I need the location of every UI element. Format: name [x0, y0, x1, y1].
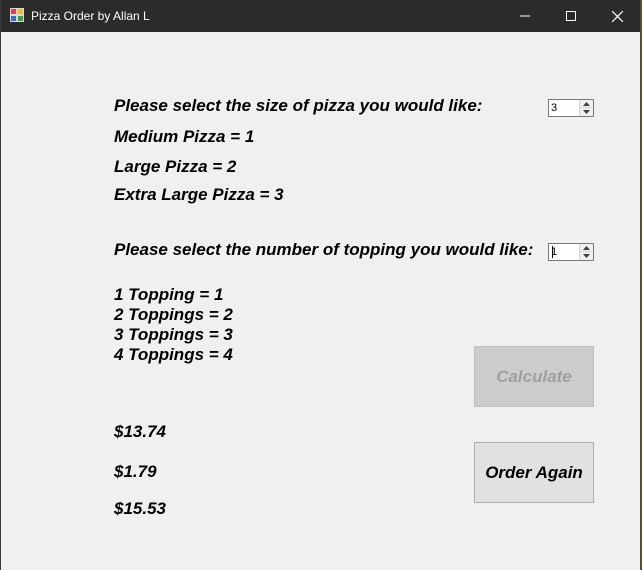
size-option-large: Large Pizza = 2: [114, 157, 237, 176]
size-spinner-arrows[interactable]: [579, 100, 593, 116]
maximize-icon: [566, 11, 576, 21]
topping-option-3: 3 Toppings = 3: [114, 325, 233, 344]
total-value: $15.53: [114, 499, 166, 518]
title-bar[interactable]: Pizza Order by Allan L: [1, 0, 641, 32]
subtotal-value: $13.74: [114, 422, 166, 441]
app-icon: [10, 8, 24, 22]
size-option-medium: Medium Pizza = 1: [114, 127, 255, 146]
toppings-input[interactable]: [551, 245, 579, 259]
minimize-button[interactable]: [502, 0, 548, 32]
chevron-down-icon: [583, 254, 590, 258]
toppings-spinner[interactable]: [548, 243, 594, 261]
maximize-button[interactable]: [548, 0, 594, 32]
toppings-spinner-arrows[interactable]: [579, 244, 593, 260]
size-increase-button[interactable]: [580, 100, 593, 108]
chevron-up-icon: [583, 101, 590, 106]
order-again-button[interactable]: Order Again: [474, 442, 594, 503]
minimize-icon: [520, 15, 530, 17]
toppings-decrease-button[interactable]: [580, 252, 593, 260]
toppings-prompt-label: Please select the number of topping you …: [114, 240, 534, 259]
tax-value: $1.79: [114, 462, 157, 481]
topping-option-2: 2 Toppings = 2: [114, 305, 233, 324]
size-option-extra-large: Extra Large Pizza = 3: [114, 185, 284, 204]
size-input[interactable]: [551, 101, 579, 115]
size-spinner[interactable]: [548, 99, 594, 117]
toppings-increase-button[interactable]: [580, 244, 593, 252]
window-title: Pizza Order by Allan L: [31, 9, 150, 23]
calculate-button[interactable]: Calculate: [474, 346, 594, 407]
app-window: Pizza Order by Allan L Please select the…: [0, 0, 642, 570]
size-decrease-button[interactable]: [580, 108, 593, 116]
size-prompt-label: Please select the size of pizza you woul…: [114, 96, 483, 115]
chevron-up-icon: [583, 245, 590, 250]
topping-option-4: 4 Toppings = 4: [114, 345, 233, 364]
text-caret: [552, 246, 553, 258]
chevron-down-icon: [583, 110, 590, 114]
topping-option-1: 1 Topping = 1: [114, 285, 224, 304]
close-icon: [611, 10, 623, 22]
close-button[interactable]: [594, 0, 640, 32]
